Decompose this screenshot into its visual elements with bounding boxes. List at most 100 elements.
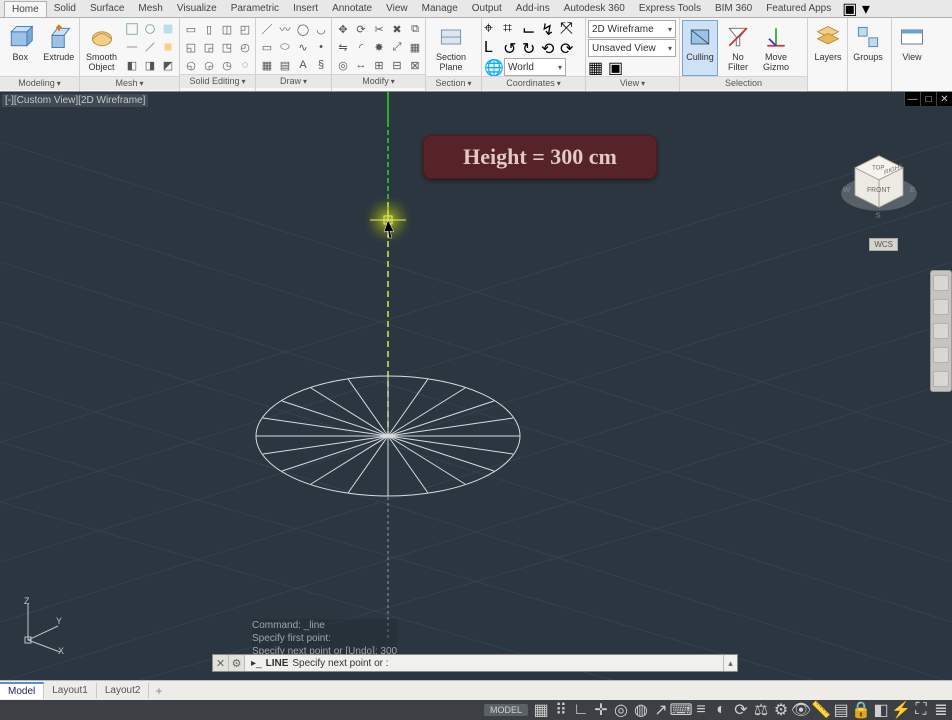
groups-button[interactable]: Groups — [850, 20, 886, 76]
mesh-tool-7-icon[interactable]: ◧ — [123, 56, 141, 74]
draw-point-icon[interactable]: • — [312, 38, 330, 56]
command-history-toggle-icon[interactable]: ▴ — [723, 655, 737, 671]
drawing-canvas[interactable] — [0, 92, 952, 700]
status-hardware-icon[interactable]: ⚡ — [894, 703, 908, 717]
command-line[interactable]: ✕ ⚙ ▸_ LINE Specify next point or : ▴ — [212, 654, 738, 672]
ribbon-tab-mesh[interactable]: Mesh — [131, 1, 169, 16]
mesh-tool-1-icon[interactable] — [123, 20, 141, 38]
drawing-area[interactable]: [-][Custom View][2D Wireframe] — □ ✕ — [0, 92, 952, 700]
status-annomon-icon[interactable]: 👁 — [794, 703, 808, 717]
status-cleanscreen-icon[interactable]: ⛶ — [914, 703, 928, 717]
se-11-icon[interactable]: ◷ — [218, 56, 236, 74]
panel-title-section[interactable]: Section▾ — [426, 76, 481, 90]
culling-button[interactable]: Culling — [682, 20, 718, 76]
status-quickprop-icon[interactable]: ▤ — [834, 703, 848, 717]
layers-button[interactable]: Layers — [810, 20, 846, 76]
status-lockui-icon[interactable]: 🔒 — [854, 703, 868, 717]
se-8-icon[interactable]: ◴ — [236, 38, 254, 56]
status-workspace-icon[interactable]: ⚙ — [774, 703, 788, 717]
mesh-tool-4-icon[interactable] — [123, 38, 141, 56]
status-ortho-icon[interactable]: ∟ — [574, 703, 588, 717]
status-model-button[interactable]: MODEL — [484, 704, 528, 716]
status-units-icon[interactable]: 📏 — [814, 703, 828, 717]
modify-scale-icon[interactable]: ⤢ — [388, 38, 406, 56]
modify-trim-icon[interactable]: ✂ — [370, 20, 388, 38]
command-prompt[interactable]: ▸_ LINE Specify next point or : — [245, 658, 723, 669]
command-config-icon[interactable]: ⚙ — [229, 655, 245, 671]
saved-view-combo[interactable]: Unsaved View▾ — [588, 39, 676, 57]
status-otrack-icon[interactable]: ↗ — [654, 703, 668, 717]
ribbon-tab-home[interactable]: Home — [4, 1, 47, 17]
ribbon-tab-a360[interactable]: Autodesk 360 — [557, 1, 632, 16]
view-2-icon[interactable]: ▣ — [608, 58, 626, 76]
layout-tab-layout1[interactable]: Layout1 — [44, 683, 97, 698]
se-1-icon[interactable]: ▭ — [182, 20, 200, 38]
section-plane-button[interactable]: Section Plane — [428, 20, 474, 76]
wcs-badge[interactable]: WCS — [869, 238, 898, 251]
draw-circle-icon[interactable]: ◯ — [294, 20, 312, 38]
command-close-icon[interactable]: ✕ — [213, 655, 229, 671]
ribbon-tab-surface[interactable]: Surface — [83, 1, 131, 16]
panel-title-selection[interactable]: Selection — [680, 76, 807, 90]
draw-ellipse-icon[interactable]: ⬭ — [276, 38, 294, 56]
nav-pan-icon[interactable] — [933, 299, 949, 315]
layout-tab-model[interactable]: Model — [0, 682, 44, 699]
modify-13-icon[interactable]: ⊞ — [370, 56, 388, 74]
draw-text-icon[interactable]: A — [294, 56, 312, 74]
draw-polyline-icon[interactable]: 〰 — [276, 20, 294, 38]
ribbon-tab-visualize[interactable]: Visualize — [170, 1, 224, 16]
mesh-tool-6-icon[interactable] — [159, 38, 177, 56]
mesh-tool-5-icon[interactable] — [141, 38, 159, 56]
box-button[interactable]: Box — [2, 20, 39, 76]
ucs-9-icon[interactable]: ⟲ — [541, 39, 559, 57]
status-trans-icon[interactable]: ◐ — [714, 703, 728, 717]
ucs-8-icon[interactable]: ↻ — [522, 39, 540, 57]
mesh-tool-3-icon[interactable] — [159, 20, 177, 38]
modify-erase-icon[interactable]: ✖ — [388, 20, 406, 38]
draw-arc-icon[interactable]: ◡ — [312, 20, 330, 38]
panel-title-solid-editing[interactable]: Solid Editing▾ — [180, 74, 255, 88]
viewcube[interactable]: FRONT RIGHT TOP W S E — [836, 142, 922, 228]
status-osnap-icon[interactable]: ◎ — [614, 703, 628, 717]
status-polar-icon[interactable]: ✛ — [594, 703, 608, 717]
smooth-object-button[interactable]: Smooth Object — [82, 20, 121, 76]
se-5-icon[interactable]: ◱ — [182, 38, 200, 56]
modify-15-icon[interactable]: ⊠ — [406, 56, 424, 74]
ribbon-tab-annotate[interactable]: Annotate — [325, 1, 379, 16]
se-10-icon[interactable]: ◶ — [200, 56, 218, 74]
ribbon-tab-view[interactable]: View — [379, 1, 415, 16]
draw-spline-icon[interactable]: ∿ — [294, 38, 312, 56]
se-7-icon[interactable]: ◳ — [218, 38, 236, 56]
visual-style-combo[interactable]: 2D Wireframe▾ — [588, 20, 676, 38]
ucs-10-icon[interactable]: ⟳ — [560, 39, 578, 57]
draw-rect-icon[interactable]: ▭ — [258, 38, 276, 56]
status-isoplane-icon[interactable]: ◧ — [874, 703, 888, 717]
ucs-4-icon[interactable]: ↯ — [541, 20, 559, 38]
mesh-tool-2-icon[interactable] — [141, 20, 159, 38]
ribbon-tab-addins[interactable]: Add-ins — [509, 1, 557, 16]
modify-explode-icon[interactable]: ✸ — [370, 38, 388, 56]
ribbon-tab-insert[interactable]: Insert — [286, 1, 325, 16]
modify-14-icon[interactable]: ⊟ — [388, 56, 406, 74]
world-ucs-icon[interactable]: 🌐 — [484, 58, 502, 76]
mesh-tool-9-icon[interactable]: ◩ — [159, 56, 177, 74]
draw-helix-icon[interactable]: § — [312, 56, 330, 74]
draw-region-icon[interactable]: ▤ — [276, 56, 294, 74]
modify-stretch-icon[interactable]: ↔ — [352, 56, 370, 74]
extrude-button[interactable]: Extrude — [41, 20, 78, 76]
status-dynamic-icon[interactable]: ⌨ — [674, 703, 688, 717]
ucs-5-icon[interactable]: ⤧ — [560, 20, 578, 38]
se-6-icon[interactable]: ◲ — [200, 38, 218, 56]
view-button[interactable]: View — [894, 20, 930, 76]
se-12-icon[interactable]: ◌ — [236, 56, 254, 74]
ribbon-tab-solid[interactable]: Solid — [47, 1, 83, 16]
status-grid-icon[interactable]: ▦ — [534, 703, 548, 717]
ribbon-tab-output[interactable]: Output — [465, 1, 509, 16]
view-1-icon[interactable]: ▦ — [588, 58, 606, 76]
ribbon-tab-express[interactable]: Express Tools — [632, 1, 708, 16]
status-3dosnap-icon[interactable]: ◍ — [634, 703, 648, 717]
status-annoscale-icon[interactable]: ⚖ — [754, 703, 768, 717]
no-filter-button[interactable]: No Filter — [720, 20, 756, 76]
nav-zoom-icon[interactable] — [933, 323, 949, 339]
ucs-1-icon[interactable]: ⌖ — [484, 20, 502, 38]
